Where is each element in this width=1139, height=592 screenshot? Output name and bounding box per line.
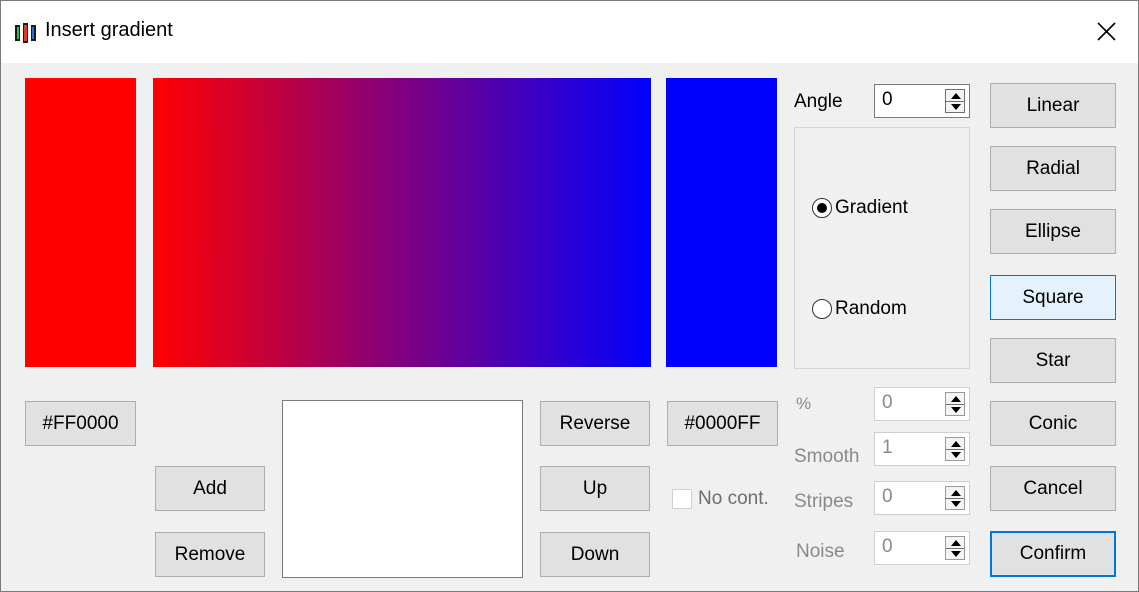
insert-gradient-dialog: Insert gradient #FF0000 #0000FF Add Remo… <box>0 0 1139 592</box>
no-cont-checkbox-box[interactable] <box>672 489 692 509</box>
no-cont-checkbox[interactable]: No cont. <box>672 488 769 510</box>
ellipse-button[interactable]: Ellipse <box>990 209 1116 254</box>
conic-button[interactable]: Conic <box>990 401 1116 446</box>
spin-down-icon[interactable] <box>951 104 961 110</box>
angle-spinbox[interactable]: 0 <box>874 84 970 118</box>
angle-spin-arrows[interactable] <box>945 89 965 113</box>
percent-value: 0 <box>882 392 893 413</box>
window-title: Insert gradient <box>45 19 173 41</box>
gradient-radio[interactable]: Gradient <box>812 197 908 219</box>
cancel-button[interactable]: Cancel <box>990 466 1116 511</box>
spin-up-icon[interactable] <box>951 540 961 546</box>
radio-checked-icon[interactable] <box>812 198 832 218</box>
smooth-spin-arrows[interactable] <box>945 437 965 461</box>
smooth-spinbox[interactable]: 1 <box>874 432 970 466</box>
up-button[interactable]: Up <box>540 466 650 511</box>
percent-spinbox[interactable]: 0 <box>874 387 970 421</box>
linear-button[interactable]: Linear <box>990 83 1116 128</box>
mode-group <box>794 127 970 369</box>
reverse-button[interactable]: Reverse <box>540 401 650 446</box>
angle-label: Angle <box>794 91 843 112</box>
confirm-button[interactable]: Confirm <box>990 531 1116 577</box>
title-bar: Insert gradient <box>1 1 1138 63</box>
stripes-spin-arrows[interactable] <box>945 486 965 510</box>
stops-list[interactable] <box>282 400 523 578</box>
end-color-button[interactable]: #0000FF <box>667 401 778 446</box>
stripes-spinbox[interactable]: 0 <box>874 481 970 515</box>
remove-stop-button[interactable]: Remove <box>155 532 265 577</box>
spin-up-icon[interactable] <box>951 490 961 496</box>
close-icon <box>1097 22 1116 41</box>
percent-label: % <box>796 394 812 413</box>
spin-down-icon[interactable] <box>951 551 961 557</box>
close-button[interactable] <box>1076 1 1138 63</box>
gradient-preview <box>153 78 651 367</box>
random-radio[interactable]: Random <box>812 298 907 320</box>
noise-spin-arrows[interactable] <box>945 536 965 560</box>
spin-up-icon[interactable] <box>951 441 961 447</box>
down-button[interactable]: Down <box>540 532 650 577</box>
spin-down-icon[interactable] <box>951 407 961 413</box>
paint-bars-icon <box>15 23 36 43</box>
star-button[interactable]: Star <box>990 338 1116 383</box>
angle-value: 0 <box>882 89 893 110</box>
radial-button[interactable]: Radial <box>990 146 1116 191</box>
gradient-radio-label: Gradient <box>835 197 908 218</box>
spin-up-icon[interactable] <box>951 396 961 402</box>
smooth-label: Smooth <box>794 446 860 467</box>
percent-spin-arrows[interactable] <box>945 392 965 416</box>
no-cont-label: No cont. <box>698 488 769 509</box>
end-color-swatch[interactable] <box>666 78 777 367</box>
noise-spinbox[interactable]: 0 <box>874 531 970 565</box>
random-radio-label: Random <box>835 298 907 319</box>
radio-unchecked-icon[interactable] <box>812 299 832 319</box>
spin-down-icon[interactable] <box>951 452 961 458</box>
noise-label: Noise <box>796 541 845 562</box>
stripes-value: 0 <box>882 486 893 507</box>
square-button[interactable]: Square <box>990 275 1116 320</box>
spin-down-icon[interactable] <box>951 501 961 507</box>
add-stop-button[interactable]: Add <box>155 466 265 511</box>
start-color-button[interactable]: #FF0000 <box>25 401 136 446</box>
noise-value: 0 <box>882 536 893 557</box>
stripes-label: Stripes <box>794 491 854 512</box>
smooth-value: 1 <box>882 437 893 458</box>
spin-up-icon[interactable] <box>951 93 961 99</box>
start-color-swatch[interactable] <box>25 78 136 367</box>
